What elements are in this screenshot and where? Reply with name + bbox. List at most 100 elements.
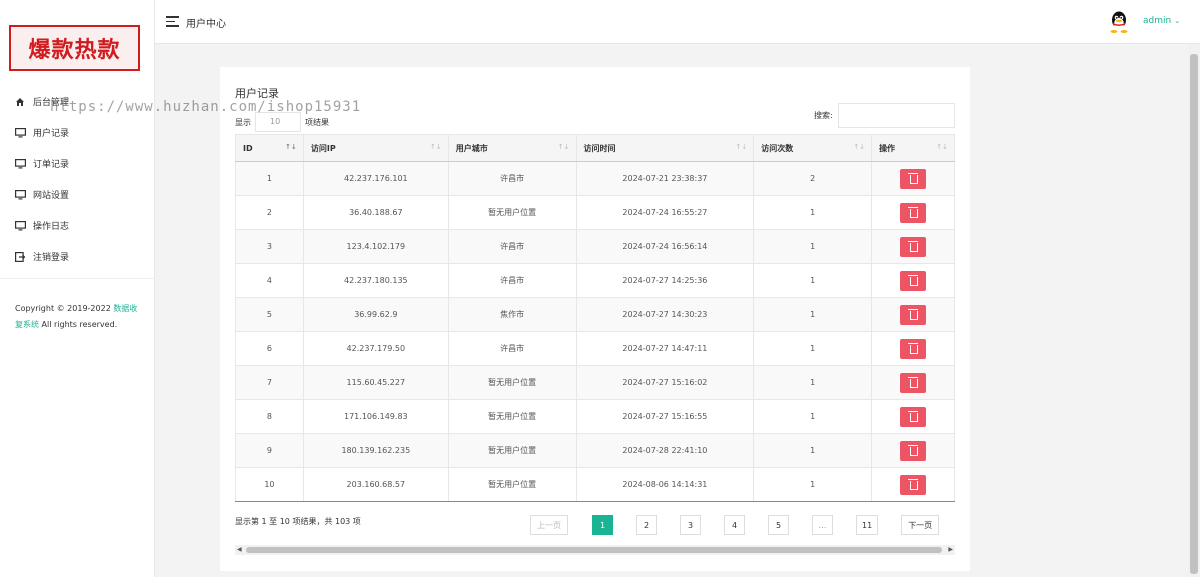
- cell-id: 3: [235, 229, 304, 264]
- sidebar-item-dashboard[interactable]: 后台管理: [0, 86, 154, 117]
- cell-id: 6: [235, 331, 304, 366]
- delete-button[interactable]: [900, 440, 927, 461]
- table-row: 4 42.237.180.135 许昌市 2024-07-27 14:25:36 1: [235, 263, 955, 298]
- column-header-count[interactable]: 访问次数 ↑↓: [753, 134, 873, 162]
- delete-button[interactable]: [900, 304, 927, 325]
- column-header-action[interactable]: 操作 ↑↓: [871, 134, 955, 162]
- table-header-row: ID ↑↓ 访问IP ↑↓ 用户城市 ↑↓ 访问时间 ↑↓ 访问次数 ↑↓ 操作 ↑↓: [235, 134, 955, 162]
- sidebar-item-user-records[interactable]: 用户记录: [0, 117, 154, 148]
- cell-time: 2024-07-27 15:16:02: [575, 365, 755, 400]
- cell-time: 2024-07-24 16:55:27: [575, 195, 755, 230]
- cell-action: [871, 297, 955, 332]
- sort-icon: ↑↓: [285, 143, 297, 151]
- brand-logo-text: 爆款热款: [28, 38, 121, 63]
- sidebar-item-logout[interactable]: 注销登录: [0, 241, 154, 272]
- sidebar-nav: 后台管理 用户记录 订单记录 网站设置 操作日志 注销登录: [0, 86, 154, 279]
- cell-time: 2024-07-27 14:25:36: [575, 263, 755, 298]
- scroll-thumb[interactable]: [246, 547, 942, 553]
- pagination-next-button[interactable]: 下一页: [901, 515, 940, 535]
- cell-id: 2: [235, 195, 304, 230]
- cell-time: 2024-07-21 23:38:37: [575, 161, 755, 196]
- delete-button[interactable]: [900, 338, 927, 359]
- sidebar-item-label: 注销登录: [33, 253, 70, 263]
- cell-count: 1: [753, 399, 873, 434]
- cell-time: 2024-08-06 14:14:31: [575, 467, 755, 502]
- sidebar-divider: [0, 278, 154, 279]
- delete-button[interactable]: [900, 270, 927, 291]
- delete-button[interactable]: [900, 202, 927, 223]
- column-header-city[interactable]: 用户城市 ↑↓: [447, 134, 577, 162]
- cell-city: 暂无用户位置: [447, 399, 577, 434]
- sidebar-item-operation-log[interactable]: 操作日志: [0, 210, 154, 241]
- home-icon: [14, 97, 26, 107]
- column-header-ip[interactable]: 访问IP ↑↓: [302, 134, 449, 162]
- cell-count: 1: [753, 195, 873, 230]
- cell-city: 暂无用户位置: [447, 467, 577, 502]
- table-info: 显示第 1 至 10 项结果，共 103 项: [235, 517, 361, 526]
- table-row: 5 36.99.62.9 焦作市 2024-07-27 14:30:23 1: [235, 297, 955, 332]
- delete-button[interactable]: [900, 372, 927, 393]
- avatar[interactable]: [1109, 11, 1129, 33]
- cell-count: 1: [753, 229, 873, 264]
- cell-city: 许昌市: [447, 331, 577, 366]
- cell-action: [871, 467, 955, 502]
- sidebar-item-label: 操作日志: [33, 222, 70, 232]
- monitor-icon: [14, 158, 26, 169]
- scroll-right-icon[interactable]: ▶: [948, 546, 953, 553]
- monitor-icon: [14, 220, 26, 231]
- table-horizontal-scrollbar[interactable]: ◀ ▶: [235, 545, 955, 555]
- delete-button[interactable]: [900, 236, 927, 257]
- cell-id: 10: [235, 467, 304, 502]
- pagination-page-button[interactable]: 11: [856, 515, 879, 535]
- cell-city: 暂无用户位置: [447, 365, 577, 400]
- delete-button[interactable]: [900, 168, 927, 189]
- table-row: 10 203.160.68.57 暂无用户位置 2024-08-06 14:14:31…: [235, 467, 955, 502]
- page-scrollbar[interactable]: [1188, 44, 1200, 577]
- logout-icon: [14, 251, 26, 262]
- pagination-page-button[interactable]: 2: [636, 515, 657, 535]
- cell-action: [871, 263, 955, 298]
- cell-city: 暂无用户位置: [447, 195, 577, 230]
- copyright-prefix: Copyright © 2019-2022: [15, 304, 114, 313]
- pagination: 上一页 1 2 3 4 5 … 11 下一页: [530, 515, 940, 535]
- search-input[interactable]: [837, 103, 955, 128]
- sort-icon: ↑↓: [430, 143, 442, 151]
- cell-id: 9: [235, 433, 304, 468]
- cell-id: 8: [235, 399, 304, 434]
- cell-ip: 42.237.179.50: [302, 331, 449, 366]
- scroll-left-icon[interactable]: ◀: [237, 546, 242, 553]
- table-row: 1 42.237.176.101 许昌市 2024-07-21 23:38:37 2: [235, 161, 955, 196]
- pagination-prev-button[interactable]: 上一页: [530, 515, 568, 535]
- sidebar-item-label: 用户记录: [33, 129, 70, 139]
- cell-city: 许昌市: [447, 229, 577, 264]
- sidebar: 爆款热款 后台管理 用户记录 订单记录 网站设置 操作日志 注销登录 Copyr…: [0, 0, 155, 577]
- pagination-page-button[interactable]: 4: [724, 515, 745, 535]
- cell-ip: 180.139.162.235: [302, 433, 449, 468]
- user-records-panel: 用户记录 显示 10 项结果 搜索: ID ↑↓ 访问IP ↑↓ 用户城市 ↑↓ 访问…: [220, 67, 970, 571]
- cell-time: 2024-07-27 15:16:55: [575, 399, 755, 434]
- pagination-page-button[interactable]: 3: [680, 515, 701, 535]
- records-table: ID ↑↓ 访问IP ↑↓ 用户城市 ↑↓ 访问时间 ↑↓ 访问次数 ↑↓ 操作 ↑↓ 14…: [235, 134, 955, 502]
- pagination-page-button[interactable]: 5: [768, 515, 789, 535]
- pagination-page-button[interactable]: 1: [592, 515, 613, 535]
- user-name: admin: [1143, 16, 1172, 26]
- sidebar-item-order-records[interactable]: 订单记录: [0, 148, 154, 179]
- table-row: 2 36.40.188.67 暂无用户位置 2024-07-24 16:55:27 1: [235, 195, 955, 230]
- cell-ip: 36.40.188.67: [302, 195, 449, 230]
- copyright: Copyright © 2019-2022 数据收复系统 All rights …: [15, 301, 140, 333]
- menu-toggle-icon[interactable]: [166, 16, 179, 27]
- user-menu[interactable]: admin ⌄: [1143, 16, 1180, 26]
- pagination-ellipsis: …: [812, 515, 833, 535]
- cell-city: 许昌市: [447, 263, 577, 298]
- sidebar-item-site-settings[interactable]: 网站设置: [0, 179, 154, 210]
- table-row: 7 115.60.45.227 暂无用户位置 2024-07-27 15:16:02 1: [235, 365, 955, 400]
- cell-count: 1: [753, 331, 873, 366]
- delete-button[interactable]: [900, 406, 927, 427]
- column-header-time[interactable]: 访问时间 ↑↓: [575, 134, 755, 162]
- cell-city: 暂无用户位置: [447, 433, 577, 468]
- brand-logo[interactable]: 爆款热款: [9, 25, 140, 71]
- delete-button[interactable]: [900, 474, 927, 495]
- column-header-id[interactable]: ID ↑↓: [235, 134, 304, 162]
- page-length-select[interactable]: 10: [255, 112, 301, 132]
- page-length-control: 显示 10 项结果: [235, 112, 329, 132]
